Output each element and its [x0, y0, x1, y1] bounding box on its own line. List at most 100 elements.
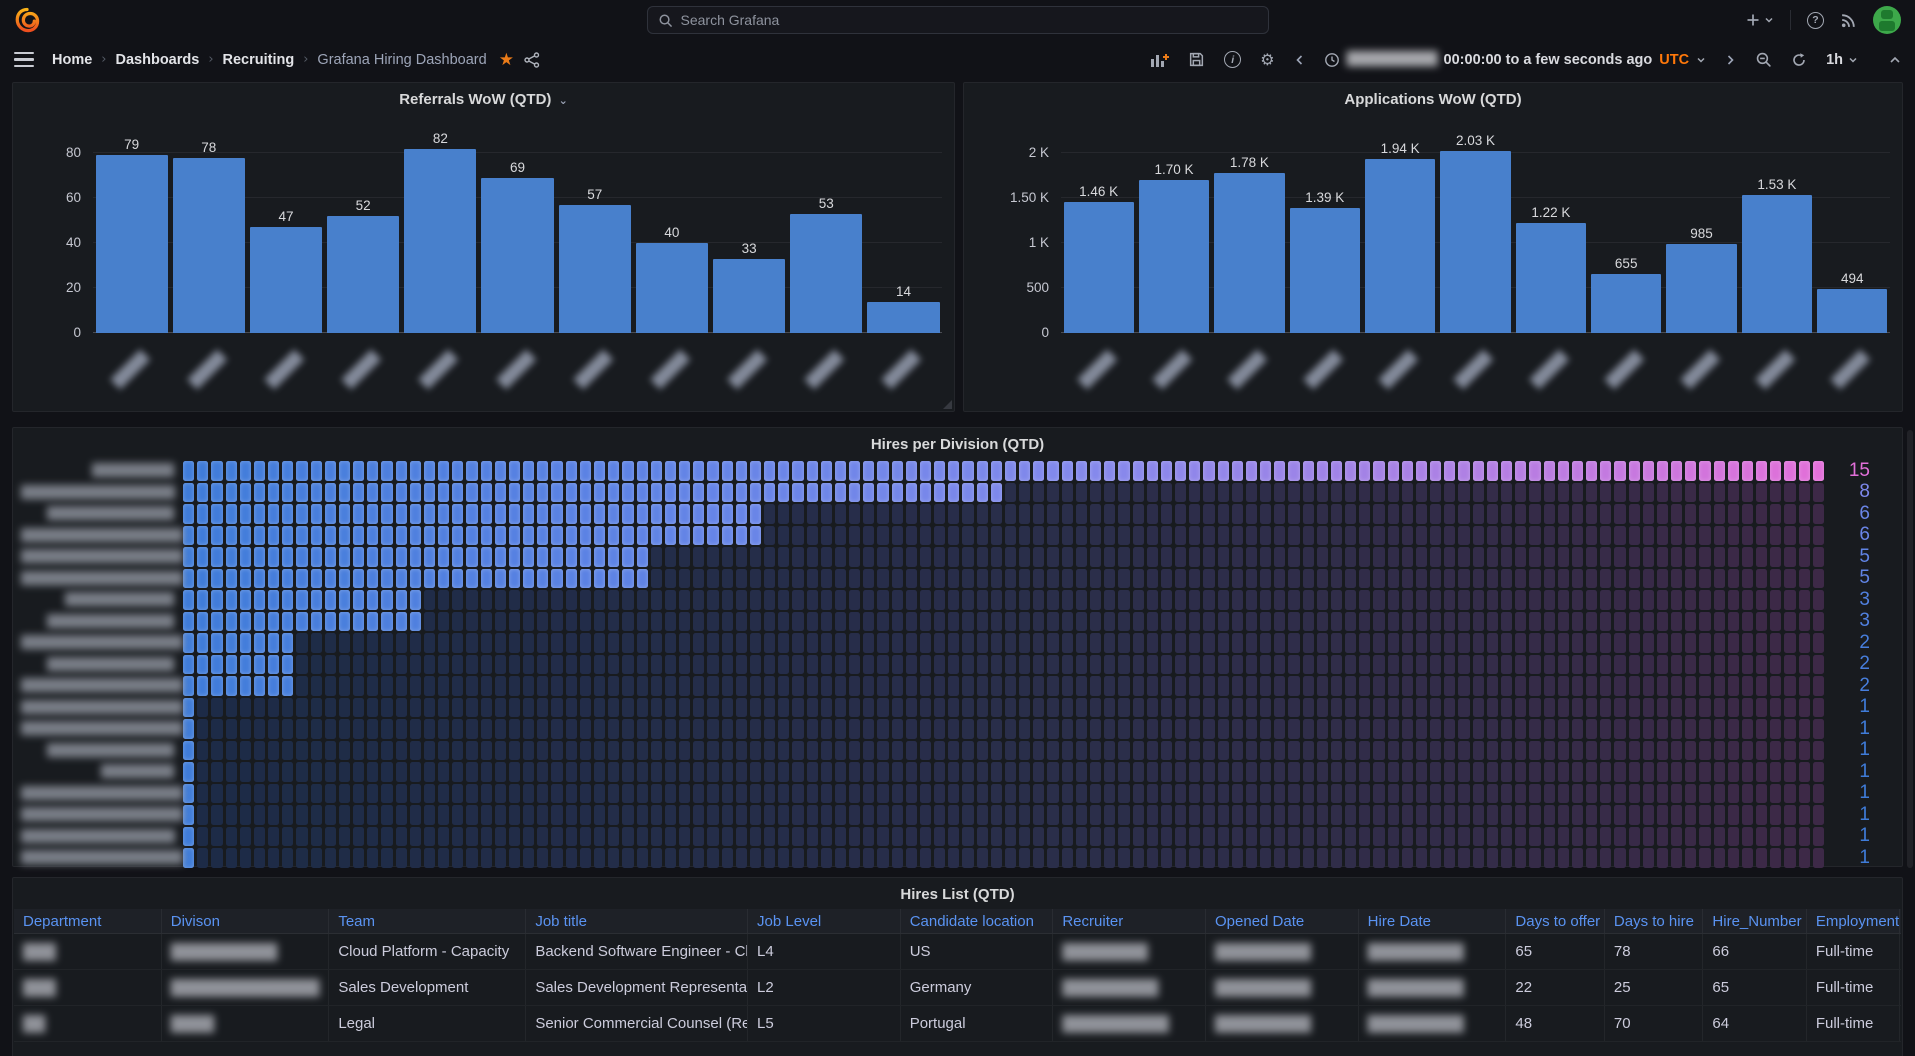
user-avatar[interactable]	[1873, 6, 1901, 34]
division-label-redacted: ██████████████████████████████	[21, 635, 183, 650]
table-row[interactable]: █████████████████Sales DevelopmentSales …	[14, 970, 1901, 1006]
panel-info-icon[interactable]: i	[1224, 51, 1241, 68]
division-label-redacted: ████████████████████	[21, 807, 183, 822]
grafana-logo[interactable]	[14, 7, 40, 33]
search-input[interactable]: Search Grafana	[647, 6, 1269, 34]
gauge-cell	[1331, 848, 1342, 868]
column-header[interactable]: Days to offer	[1506, 909, 1605, 933]
time-back-icon[interactable]	[1294, 54, 1305, 66]
gauge-cell	[523, 848, 534, 868]
gauge-cell	[1175, 461, 1186, 481]
gauge-cell	[1133, 741, 1144, 761]
bar[interactable]	[1214, 173, 1284, 333]
gauge-cell	[495, 784, 506, 804]
bar[interactable]	[481, 178, 553, 333]
scrollbar[interactable]	[1907, 430, 1913, 868]
panel-title[interactable]: Hires List (QTD)	[13, 886, 1902, 903]
gauge-cell	[1643, 569, 1654, 589]
time-range-picker[interactable]: ██████████ 00:00:00 to a few seconds ago…	[1324, 52, 1707, 68]
gauge-cell	[594, 569, 605, 589]
save-icon[interactable]	[1188, 51, 1205, 68]
bar[interactable]	[636, 243, 708, 333]
column-header[interactable]: Days to hire	[1605, 909, 1704, 933]
menu-icon[interactable]	[14, 52, 34, 67]
gauge-cell	[637, 461, 648, 481]
column-header[interactable]: Opened Date	[1206, 909, 1359, 933]
gauge-cell	[268, 526, 279, 546]
bar[interactable]	[404, 149, 476, 333]
breadcrumb-item[interactable]: Recruiting	[223, 52, 295, 68]
panel-title[interactable]: Hires per Division (QTD)	[13, 436, 1902, 453]
bar[interactable]	[1516, 223, 1586, 333]
add-panel-icon[interactable]	[1149, 51, 1169, 69]
bar[interactable]	[713, 259, 785, 333]
zoom-out-icon[interactable]	[1755, 51, 1772, 68]
bar[interactable]	[327, 216, 399, 333]
bar[interactable]	[1591, 274, 1661, 333]
gauge-cell	[523, 784, 534, 804]
new-button[interactable]	[1745, 12, 1774, 28]
bar[interactable]	[1064, 202, 1134, 333]
bar[interactable]	[1440, 151, 1510, 333]
gauge-cell	[1685, 483, 1696, 503]
gauge-cell	[877, 698, 888, 718]
news-rss-icon[interactable]	[1840, 12, 1857, 29]
gauge-cell	[1373, 655, 1384, 675]
column-header[interactable]: Hire_Number ↓	[1703, 909, 1806, 933]
bar[interactable]	[1365, 159, 1435, 333]
y-axis-tick: 0	[1041, 325, 1049, 340]
bar[interactable]	[173, 158, 245, 333]
column-header[interactable]: Team	[329, 909, 526, 933]
collapse-up-icon[interactable]	[1889, 55, 1901, 65]
bar[interactable]	[250, 227, 322, 333]
gauge-cell	[1388, 655, 1399, 675]
refresh-icon[interactable]	[1791, 52, 1807, 68]
gauge-cell	[1189, 547, 1200, 567]
bar[interactable]	[1666, 244, 1736, 333]
favorite-star-icon[interactable]: ★	[499, 50, 514, 70]
gauge-cell	[1062, 848, 1073, 868]
gauge-cell	[792, 676, 803, 696]
column-header[interactable]: Job Level	[748, 909, 901, 933]
bar[interactable]	[96, 155, 168, 333]
column-header[interactable]: Hire Date	[1359, 909, 1507, 933]
breadcrumb-separator: ›	[101, 52, 106, 67]
gauge-cell	[226, 719, 237, 739]
gauge-cell	[962, 633, 973, 653]
bar[interactable]	[1290, 208, 1360, 333]
column-header[interactable]: Divison	[162, 909, 330, 933]
help-icon[interactable]: ?	[1807, 12, 1824, 29]
gauge-cell	[665, 698, 676, 718]
gauge-cell	[410, 805, 421, 825]
gauge-cell	[1657, 848, 1668, 868]
column-header[interactable]: Employment Type	[1807, 909, 1901, 933]
gauge-cell	[1218, 827, 1229, 847]
gauge-cell	[1175, 504, 1186, 524]
bar[interactable]	[1817, 289, 1887, 333]
gauge-cell	[1331, 741, 1342, 761]
breadcrumb-item[interactable]: Home	[52, 52, 92, 68]
column-header[interactable]: Department	[14, 909, 162, 933]
column-header[interactable]: Job title	[526, 909, 748, 933]
gauge-cell	[977, 762, 988, 782]
refresh-interval-picker[interactable]: 1h	[1826, 52, 1858, 68]
gauge-cell	[211, 590, 222, 610]
breadcrumb-item[interactable]: Dashboards	[116, 52, 200, 68]
settings-gear-icon[interactable]: ⚙	[1260, 50, 1274, 69]
gauge-cell	[1784, 676, 1795, 696]
bar[interactable]	[1742, 195, 1812, 333]
table-row[interactable]: █████████████Cloud Platform - CapacityBa…	[14, 934, 1901, 970]
bar[interactable]	[1139, 180, 1209, 333]
gauge-cell	[197, 698, 208, 718]
panel-resize-handle[interactable]	[943, 400, 952, 409]
table-row[interactable]: ██████LegalSenior Commercial Counsel (Re…	[14, 1006, 1901, 1042]
bar[interactable]	[867, 302, 939, 333]
bar[interactable]	[790, 214, 862, 333]
time-forward-icon[interactable]	[1725, 54, 1736, 66]
column-header[interactable]: Candidate location	[901, 909, 1054, 933]
column-header[interactable]: Recruiter	[1053, 909, 1206, 933]
gauge-cell	[481, 827, 492, 847]
share-icon[interactable]	[524, 52, 540, 68]
gauge-cell	[551, 827, 562, 847]
bar[interactable]	[559, 205, 631, 333]
